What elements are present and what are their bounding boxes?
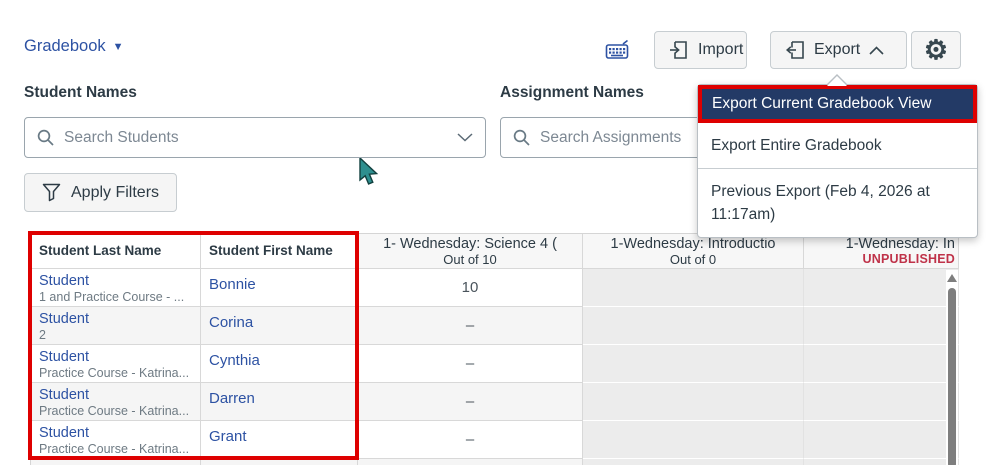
student-search-combobox[interactable] — [24, 117, 486, 158]
gradebook-grid: Student Last Name Student First Name 1- We… — [30, 233, 959, 465]
export-menu-items: Export Current Gradebook View Export Enti… — [698, 85, 977, 237]
student-link[interactable]: Student — [39, 349, 192, 366]
gradebook-dropdown[interactable]: Gradebook ▼ — [24, 37, 124, 56]
assignment-title: 1- Wednesday: Science 4 ( — [383, 236, 557, 252]
partial-cell — [201, 459, 358, 465]
column-header-assignment-4[interactable]: 1-Wednesday: In UNPUBLISHED — [804, 234, 959, 269]
assignment-names-label: Assignment Names — [500, 84, 644, 101]
grade-cell[interactable]: 10 — [358, 269, 583, 307]
apply-filters-button[interactable]: Apply Filters — [24, 173, 178, 212]
import-icon — [670, 41, 687, 59]
gradebook-settings-button[interactable]: ⚙ — [911, 31, 961, 69]
scrollbar-up-arrow-icon[interactable] — [947, 274, 957, 282]
grade-cell[interactable]: – — [358, 345, 583, 383]
export-menu-item-1[interactable]: Export Entire Gradebook — [698, 123, 977, 168]
student-first-name-link[interactable]: Darren — [209, 390, 349, 407]
column-header-assignment-3[interactable]: 1-Wednesday: Introductio Out of 0 — [583, 234, 804, 269]
assignment-title: 1-Wednesday: In — [845, 236, 955, 252]
gear-icon: ⚙ — [923, 34, 949, 65]
table-row: Student Practice Course - Katrina... Grant… — [31, 421, 959, 459]
search-icon — [513, 129, 530, 146]
filter-funnel-icon — [42, 183, 61, 202]
student-last-name-cell: Student 2 — [31, 307, 201, 345]
student-course-subtext: Practice Course - Katrina... — [39, 366, 190, 380]
assignment-title: 1-Wednesday: Introductio — [610, 236, 776, 252]
student-last-name-cell: Student 1 and Practice Course - ... — [31, 269, 201, 307]
export-button[interactable]: Export — [770, 31, 907, 69]
gradebook-screen: Gradebook ▼ Import Export ⚙ Student Name… — [0, 0, 996, 465]
unpublished-badge: UNPUBLISHED — [862, 252, 955, 266]
table-row-partial — [31, 459, 959, 465]
student-first-name-cell: Corina — [201, 307, 358, 345]
grade-cell-disabled — [583, 307, 804, 345]
student-course-subtext: 1 and Practice Course - ... — [39, 290, 185, 304]
grade-cell[interactable]: – — [358, 421, 583, 459]
student-link[interactable]: Student — [39, 425, 192, 442]
student-last-name-cell: Student Practice Course - Katrina... — [31, 383, 201, 421]
export-menu-item-2[interactable]: Previous Export (Feb 4, 2026 at 11:17am) — [698, 169, 977, 237]
student-link[interactable]: Student — [39, 311, 192, 328]
student-course-subtext: 2 — [39, 328, 46, 342]
student-first-name-cell: Grant — [201, 421, 358, 459]
table-row: Student 2 Corina – — [31, 307, 959, 345]
grade-cell-disabled — [804, 421, 959, 459]
chevron-down-icon[interactable] — [457, 133, 473, 142]
grade-cell[interactable]: – — [358, 307, 583, 345]
student-link[interactable]: Student — [39, 387, 192, 404]
scrollbar-thumb[interactable] — [948, 288, 956, 465]
student-last-name-cell: Student Practice Course - Katrina... — [31, 345, 201, 383]
points-possible-label: Out of 0 — [669, 252, 717, 267]
student-link[interactable]: Student — [39, 273, 192, 290]
student-course-subtext: Practice Course - Katrina... — [39, 404, 190, 418]
grade-cell-disabled — [804, 345, 959, 383]
student-first-name-link[interactable]: Corina — [209, 314, 349, 331]
student-course-subtext: Practice Course - Katrina... — [39, 442, 190, 456]
keyboard-shortcuts-icon[interactable] — [604, 39, 632, 63]
column-header-student-first-name[interactable]: Student First Name — [201, 234, 358, 269]
table-row: Student Practice Course - Katrina... Darre… — [31, 383, 959, 421]
search-students-input[interactable] — [64, 128, 447, 147]
mouse-cursor — [359, 158, 379, 185]
table-row: Student 1 and Practice Course - ... Bonnie… — [31, 269, 959, 307]
grade-cell-disabled — [583, 383, 804, 421]
grade-cell-disabled — [804, 307, 959, 345]
partial-cell — [583, 459, 804, 465]
chevron-up-icon — [869, 45, 884, 55]
column-header-assignment-2[interactable]: 1- Wednesday: Science 4 (Out of 10 — [358, 234, 583, 269]
grade-cell-disabled — [583, 421, 804, 459]
table-row: Student Practice Course - Katrina... Cynth… — [31, 345, 959, 383]
student-names-label: Student Names — [24, 84, 137, 101]
partial-cell — [804, 459, 959, 465]
points-possible-label: Out of 10 — [443, 252, 497, 267]
student-first-name-cell: Darren — [201, 383, 358, 421]
export-menu-item-0[interactable]: Export Current Gradebook View — [698, 85, 977, 123]
export-menu: Export Current Gradebook View Export Enti… — [697, 74, 978, 238]
student-first-name-link[interactable]: Grant — [209, 428, 349, 445]
grade-cell-disabled — [804, 383, 959, 421]
export-button-label: Export — [814, 41, 861, 58]
student-last-name-cell: Student Practice Course - Katrina... — [31, 421, 201, 459]
student-first-name-link[interactable]: Cynthia — [209, 352, 349, 369]
student-first-name-cell: Bonnie — [201, 269, 358, 307]
partial-cell — [31, 459, 201, 465]
partial-cell — [358, 459, 583, 465]
column-header-student-last-name[interactable]: Student Last Name — [31, 234, 201, 269]
chevron-down-icon: ▼ — [112, 40, 124, 53]
gradebook-dropdown-label: Gradebook — [24, 37, 106, 55]
grid-header-row: Student Last Name Student First Name 1- We… — [31, 234, 959, 269]
grade-cell[interactable]: – — [358, 383, 583, 421]
search-icon — [37, 129, 54, 146]
vertical-scrollbar[interactable] — [946, 270, 958, 465]
student-first-name-cell: Cynthia — [201, 345, 358, 383]
import-button[interactable]: Import — [654, 31, 747, 69]
grade-cell-disabled — [583, 345, 804, 383]
export-icon — [785, 41, 804, 59]
grade-cell-disabled — [583, 269, 804, 307]
student-first-name-link[interactable]: Bonnie — [209, 276, 349, 293]
apply-filters-label: Apply Filters — [71, 183, 160, 201]
grade-cell-disabled — [804, 269, 959, 307]
import-button-label: Import — [698, 41, 744, 58]
